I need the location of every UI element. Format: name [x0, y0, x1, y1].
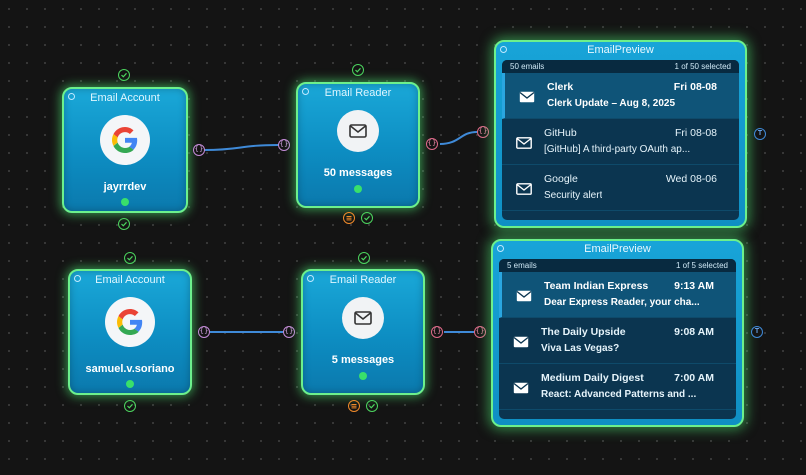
node-title: Email Account: [95, 274, 165, 286]
email-list-header: 50 emails 1 of 50 selected: [502, 60, 739, 73]
status-dot: [126, 380, 134, 388]
email-reader-node[interactable]: Email Reader 5 messages: [301, 269, 425, 395]
node-title: Email Reader: [329, 274, 397, 286]
email-date: Fri 08-08: [674, 127, 717, 139]
input-port[interactable]: {}: [474, 326, 486, 338]
email-subject: React: Advanced Patterns and ...: [541, 389, 697, 400]
mail-icon: [513, 381, 529, 399]
email-date: 9:08 AM: [674, 326, 714, 338]
status-check-icon: [118, 218, 130, 230]
input-port[interactable]: {}: [278, 139, 290, 151]
output-port[interactable]: {}: [193, 144, 205, 156]
email-subject: [GitHub] A third-party OAuth ap...: [544, 144, 691, 155]
email-list: 5 emails 1 of 5 selected Team Indian Exp…: [499, 259, 736, 419]
account-name: samuel.v.soriano: [85, 363, 175, 375]
email-total: 50 emails: [510, 62, 545, 71]
email-list: 50 emails 1 of 50 selected Clerk Fri 08-…: [502, 60, 739, 220]
google-icon: [105, 297, 155, 347]
email-account-node[interactable]: Email Account samuel.v.soriano: [68, 269, 192, 395]
output-port[interactable]: {}: [431, 326, 443, 338]
preview-title: EmailPreview: [587, 44, 654, 56]
node-title: Email Account: [90, 92, 160, 104]
email-preview-panel[interactable]: EmailPreview 50 emails 1 of 50 selected …: [494, 40, 747, 228]
message-count: 50 messages: [323, 167, 393, 179]
warning-icon: [343, 212, 355, 224]
mail-icon: [516, 182, 532, 200]
selection-count: 1 of 50 selected: [674, 62, 731, 71]
mail-icon: [519, 90, 535, 108]
email-sender: The Daily Upside: [541, 326, 626, 338]
input-port[interactable]: {}: [477, 126, 489, 138]
email-preview-panel[interactable]: EmailPreview 5 emails 1 of 5 selected Te…: [491, 239, 744, 427]
output-port[interactable]: {}: [198, 326, 210, 338]
status-check-icon: [118, 69, 130, 81]
status-dot: [121, 198, 129, 206]
text-output-port[interactable]: T: [751, 326, 763, 338]
email-account-node[interactable]: Email Account jayrrdev: [62, 87, 188, 213]
email-date: 9:13 AM: [674, 280, 714, 292]
email-date: 7:00 AM: [674, 372, 714, 384]
input-port[interactable]: {}: [283, 326, 295, 338]
selection-count: 1 of 5 selected: [675, 261, 728, 270]
email-date: Wed 08-06: [665, 173, 717, 185]
message-count: 5 messages: [331, 354, 395, 366]
email-total: 5 emails: [507, 261, 537, 270]
mail-icon: [513, 335, 529, 353]
email-list-header: 5 emails 1 of 5 selected: [499, 259, 736, 272]
email-subject: Security alert: [544, 190, 603, 201]
email-row[interactable]: Clerk Fri 08-08 Clerk Update – Aug 8, 20…: [502, 73, 739, 119]
mail-icon: [342, 297, 384, 339]
status-check-icon: [352, 64, 364, 76]
email-row[interactable]: Team Indian Express 9:13 AM Dear Express…: [499, 272, 736, 318]
mail-icon: [516, 136, 532, 154]
warning-icon: [348, 400, 360, 412]
email-subject: Viva Las Vegas?: [541, 343, 620, 354]
email-sender: Team Indian Express: [544, 280, 649, 292]
email-row[interactable]: The Daily Upside 9:08 AM Viva Las Vegas?: [499, 318, 736, 364]
status-check-icon: [124, 400, 136, 412]
email-row[interactable]: Google Wed 08-06 Security alert: [502, 165, 739, 211]
status-check-icon: [361, 212, 373, 224]
email-subject: Clerk Update – Aug 8, 2025: [547, 98, 676, 109]
email-sender: Medium Daily Digest: [541, 372, 644, 384]
status-check-icon: [358, 252, 370, 264]
email-sender: GitHub: [544, 127, 577, 139]
email-sender: Clerk: [547, 81, 574, 93]
output-port[interactable]: {}: [426, 138, 438, 150]
status-dot: [359, 372, 367, 380]
mail-icon: [516, 289, 532, 307]
google-icon: [100, 115, 150, 165]
preview-title: EmailPreview: [584, 243, 651, 255]
text-output-port[interactable]: T: [754, 128, 766, 140]
status-dot: [354, 185, 362, 193]
mail-icon: [337, 110, 379, 152]
account-name: jayrrdev: [103, 181, 147, 193]
email-date: Fri 08-08: [673, 81, 717, 93]
status-check-icon: [124, 252, 136, 264]
email-sender: Google: [544, 173, 578, 185]
email-row[interactable]: GitHub Fri 08-08 [GitHub] A third-party …: [502, 119, 739, 165]
node-title: Email Reader: [324, 87, 392, 99]
email-row[interactable]: Medium Daily Digest 7:00 AM React: Advan…: [499, 364, 736, 410]
email-subject: Dear Express Reader, your cha...: [544, 297, 700, 308]
email-reader-node[interactable]: Email Reader 50 messages: [296, 82, 420, 208]
status-check-icon: [366, 400, 378, 412]
